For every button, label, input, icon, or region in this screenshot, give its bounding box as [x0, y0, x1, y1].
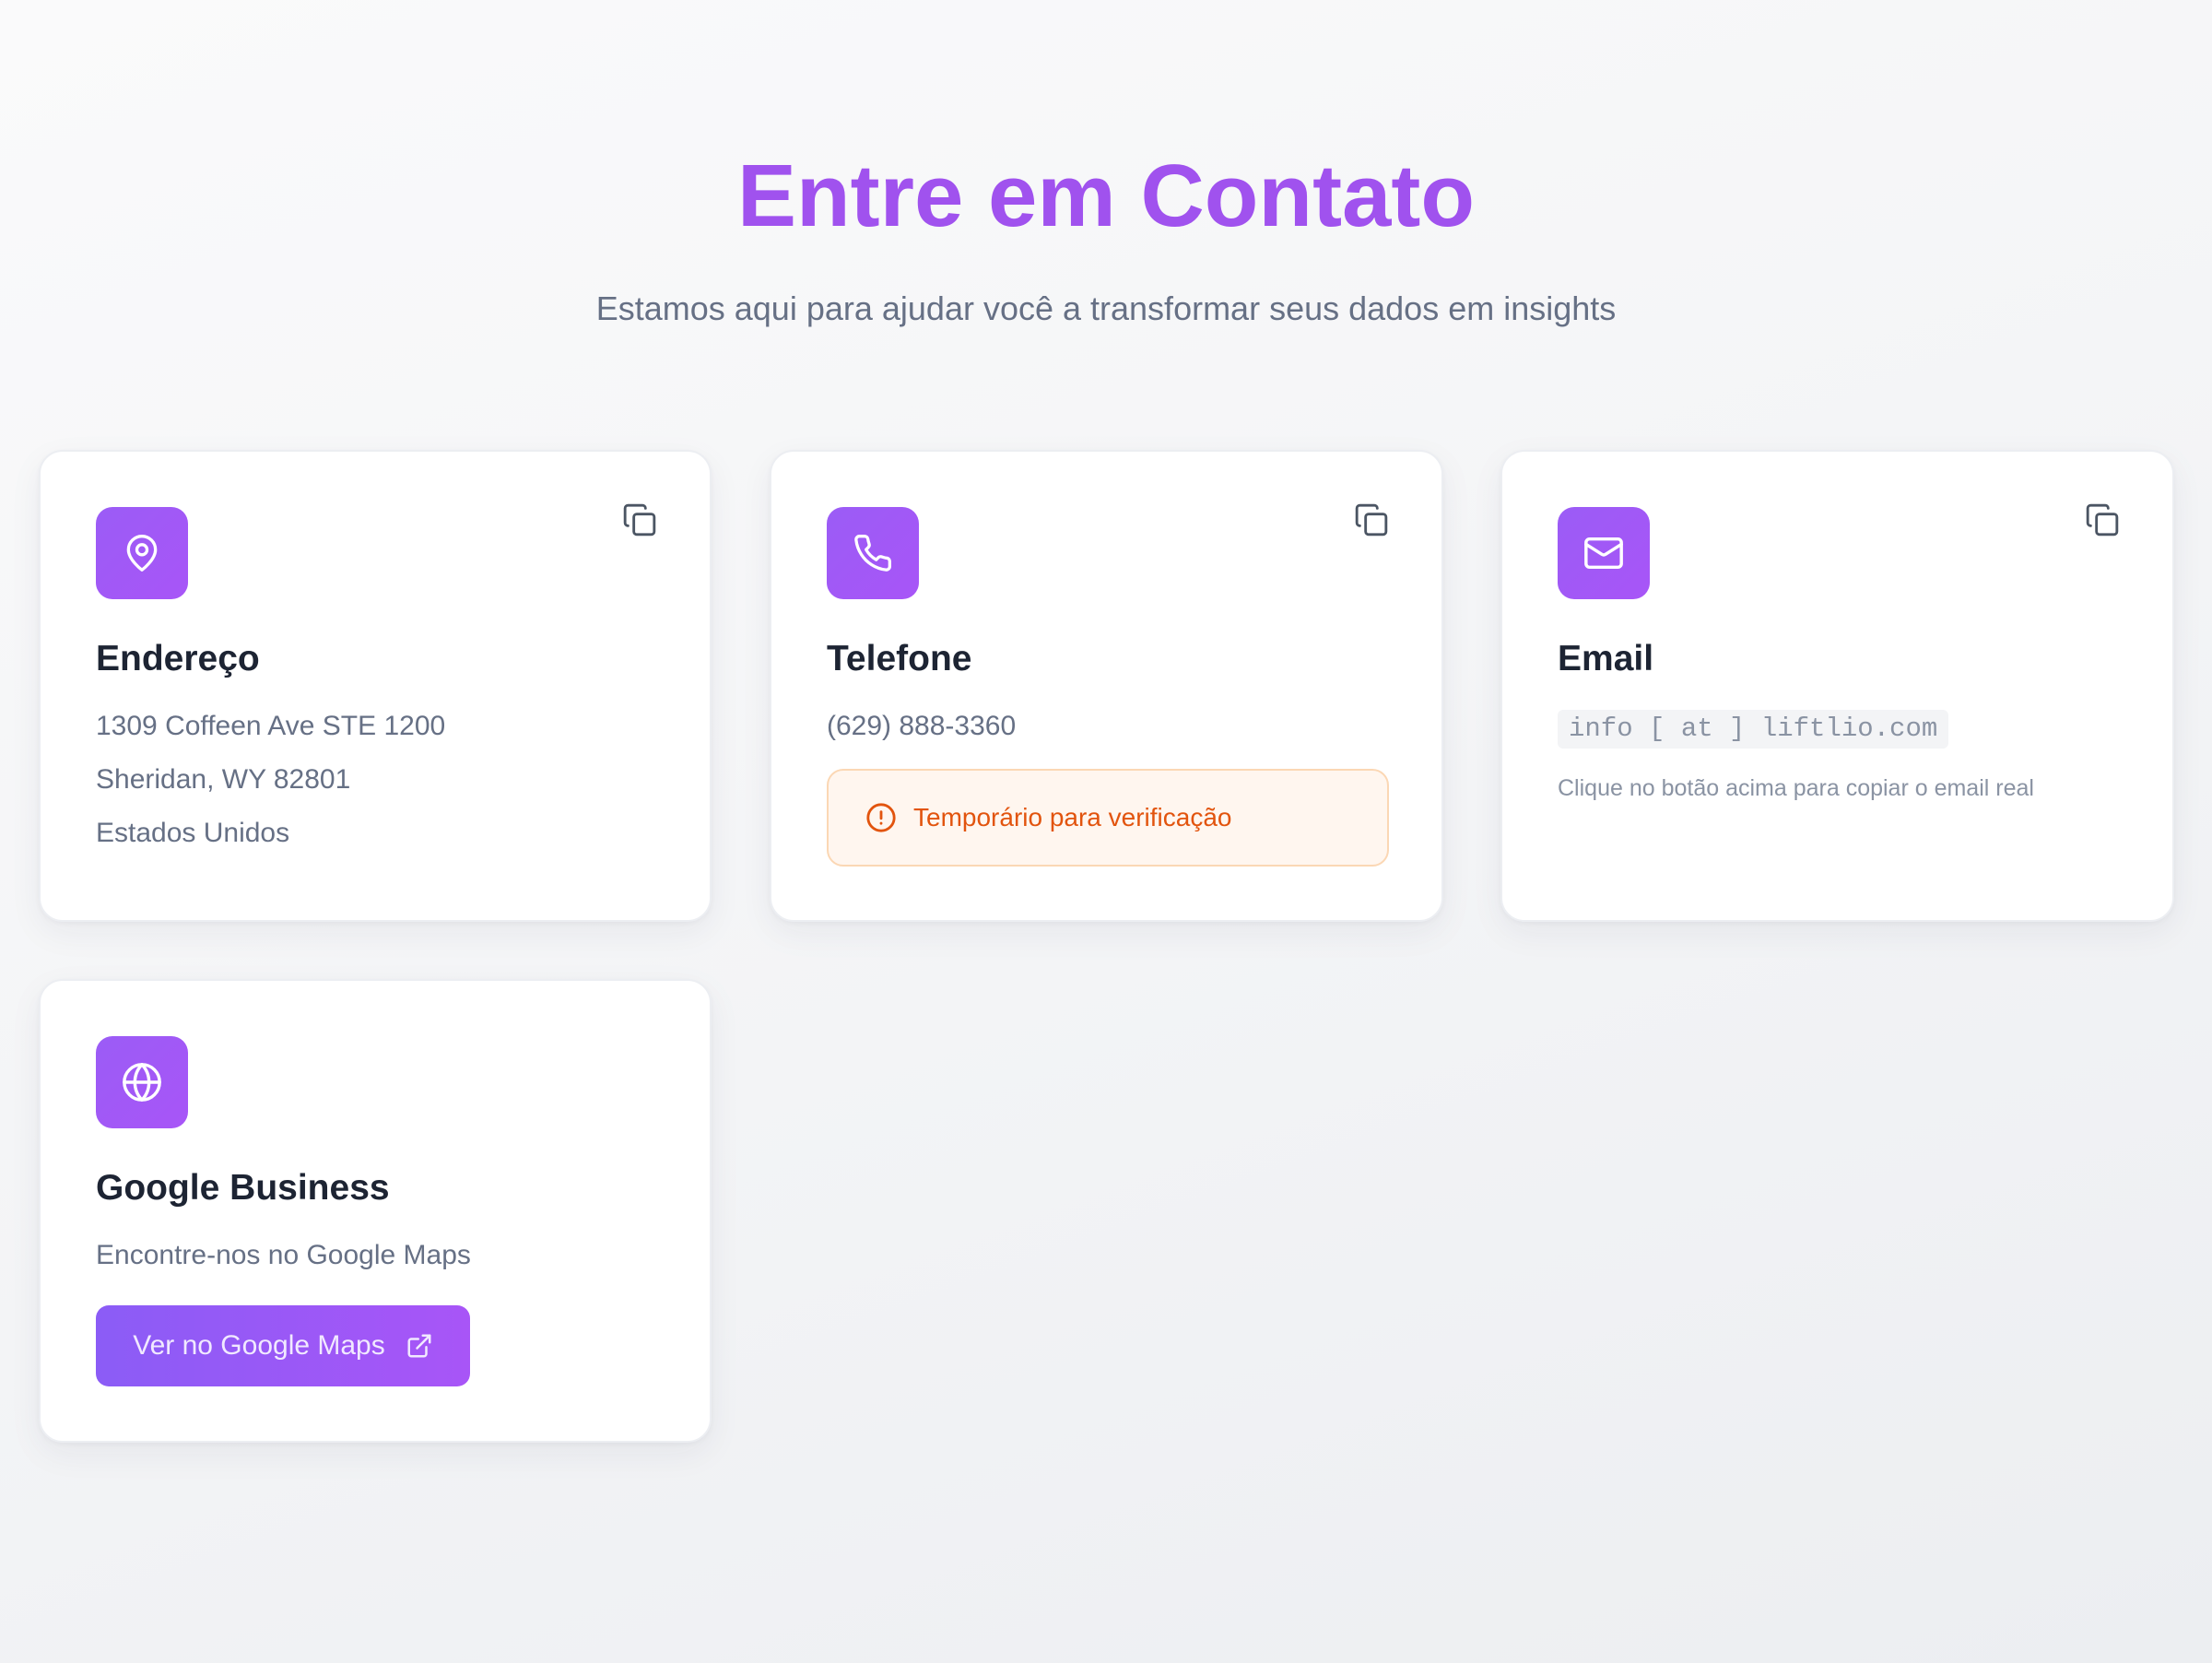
alert-circle-icon	[865, 802, 897, 833]
address-card: Endereço 1309 Coffeen Ave STE 1200 Sheri…	[39, 450, 712, 922]
copy-phone-button[interactable]	[1351, 500, 1392, 540]
google-business-card: Google Business Encontre-nos no Google M…	[39, 979, 712, 1443]
globe-icon	[96, 1036, 188, 1128]
phone-card: Telefone (629) 888-3360 Temporário para …	[770, 450, 1443, 922]
copy-icon	[1354, 502, 1389, 537]
copy-icon	[622, 502, 657, 537]
google-business-title: Google Business	[96, 1168, 390, 1208]
copy-address-button[interactable]	[619, 500, 660, 540]
map-pin-icon	[96, 507, 188, 599]
page-title: Entre em Contato	[736, 147, 1476, 245]
temporary-warning: Temporário para verificação	[827, 769, 1389, 867]
phone-number: (629) 888-3360	[827, 711, 1017, 741]
contact-page: Entre em Contato Estamos aqui para ajuda…	[0, 0, 2212, 1663]
warning-text: Temporário para verificação	[913, 803, 1232, 832]
obfuscated-email: info [ at ] liftlio.com	[1558, 710, 1949, 749]
mail-icon	[1558, 507, 1650, 599]
phone-icon	[827, 507, 919, 599]
view-google-maps-button[interactable]: Ver no Google Maps	[96, 1305, 470, 1386]
external-link-icon	[406, 1332, 433, 1360]
address-title: Endereço	[96, 639, 260, 678]
address-line-1: 1309 Coffeen Ave STE 1200	[96, 711, 446, 741]
page-subtitle: Estamos aqui para ajudar você a transfor…	[595, 289, 1617, 327]
copy-icon	[2085, 502, 2120, 537]
email-hint: Clique no botão acima para copiar o emai…	[1558, 775, 2034, 801]
address-line-2: Sheridan, WY 82801	[96, 764, 351, 795]
email-card: Email info [ at ] liftlio.com Clique no …	[1500, 450, 2174, 922]
phone-title: Telefone	[827, 639, 972, 678]
address-line-3: Estados Unidos	[96, 818, 290, 848]
email-title: Email	[1558, 639, 1654, 678]
google-business-text: Encontre-nos no Google Maps	[96, 1240, 471, 1270]
maps-button-label: Ver no Google Maps	[133, 1330, 385, 1361]
copy-email-button[interactable]	[2082, 500, 2123, 540]
